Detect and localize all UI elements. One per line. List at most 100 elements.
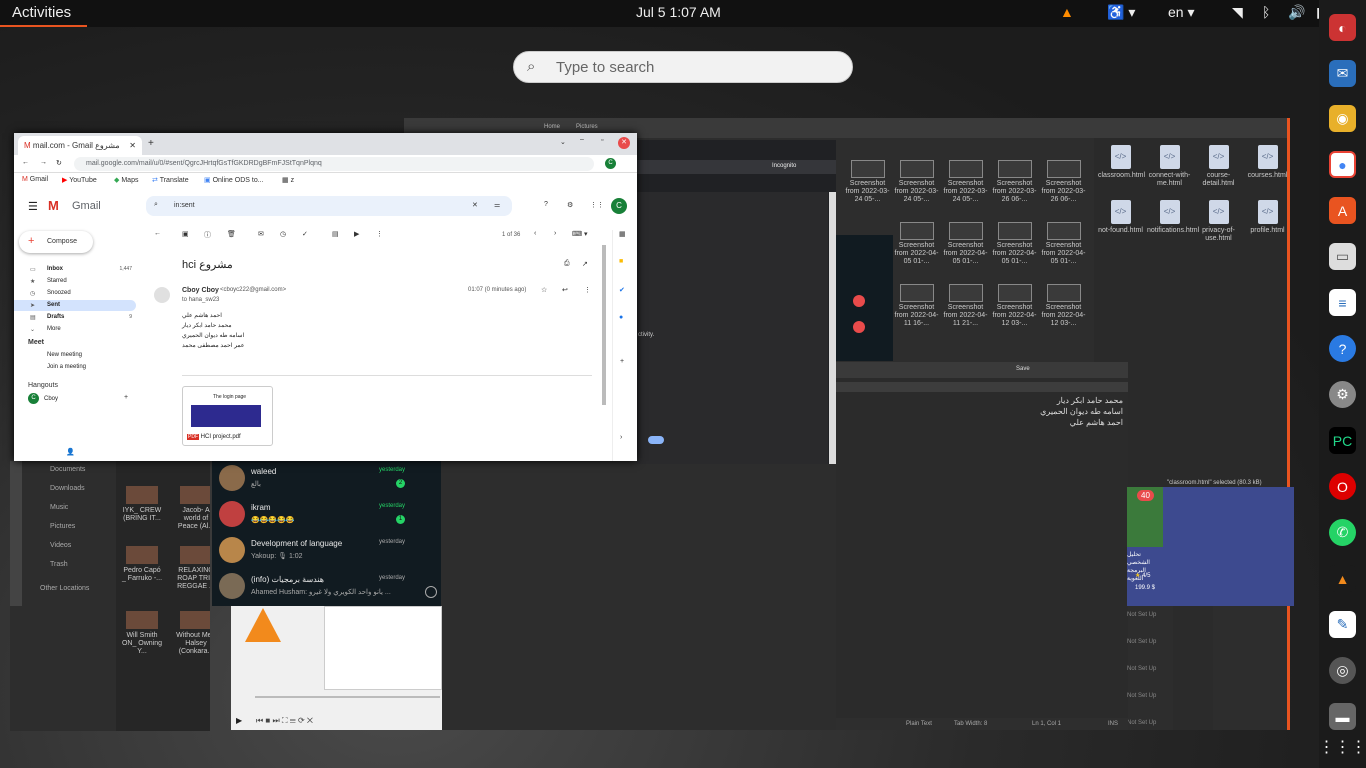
screenshot-file[interactable]: Screenshot from 2022-03-24 05-... [845,160,890,204]
apps-grid-icon[interactable]: ⋮⋮ [590,201,604,209]
accessibility-icon[interactable]: ♿ ▾ [1107,4,1135,21]
sidebar-item-pictures[interactable]: Pictures [50,523,75,530]
screenshot-file[interactable]: Screenshot from 2022-03-26 06-... [1041,160,1086,204]
help-icon[interactable]: ? [1329,335,1356,362]
message-scrollbar[interactable] [602,245,606,405]
join-meeting-link[interactable]: Join a meeting [47,364,86,370]
bookmark-z[interactable]: ▦ z [282,176,294,184]
bookmark-maps[interactable]: ◆ Maps [114,176,138,184]
nav-item-snoozed[interactable]: ◷ Snoozed [14,288,136,299]
settings-gear-icon[interactable]: ⚙ [567,201,573,209]
search-input[interactable]: Type to search [556,59,654,76]
account-avatar[interactable]: C [611,198,627,214]
new-tab-button[interactable]: + [148,138,154,149]
url-field[interactable]: mail.google.com/mail/u/0/#sent/QgrcJHrtq… [74,157,594,171]
software-center-icon[interactable]: A [1329,197,1356,224]
reply-icon[interactable]: ↩ [562,286,568,294]
overview-search[interactable]: ⌕ Type to search [513,51,853,83]
bookmark-ods[interactable]: ▣ Online ODS to... [204,176,264,184]
calendar-icon[interactable]: ▦ [619,230,626,238]
tab-gmail[interactable]: M mail.com - Gmail مشروع ✕ [18,136,142,155]
back-to-list-icon[interactable]: ← [154,230,161,237]
tab-search-icon[interactable]: ⌄ [560,138,566,146]
rhythmbox-icon[interactable]: ◉ [1329,105,1356,132]
scrollbar[interactable] [829,192,836,464]
clock[interactable]: Jul 5 1:07 AM [636,4,721,20]
text-editor-icon[interactable]: ✎ [1329,611,1356,638]
music-file[interactable]: Jacob- A world of Peace (Al... [175,486,210,531]
writer-icon[interactable]: ≡ [1329,289,1356,316]
screenshot-file[interactable]: Screenshot from 2022-04-05 01-... [992,222,1037,266]
screenshot-file[interactable]: Screenshot from 2022-03-24 05-... [943,160,988,204]
search-options-icon[interactable]: ⚌ [494,201,500,209]
music-file[interactable]: Pedro Capó _ Farruko -... [121,546,163,583]
nav-item-drafts[interactable]: ▤ Drafts 9 [14,312,136,323]
screenshot-file[interactable]: Screenshot from 2022-04-05 01-... [1041,222,1086,266]
sender-name[interactable]: Cboy Cboy [182,287,219,294]
screenshot-file[interactable]: Screenshot from 2022-03-24 05-... [894,160,939,204]
add-addon-icon[interactable]: + [620,358,624,365]
nav-item-starred[interactable]: ★ Starred [14,276,136,287]
more-options-icon[interactable]: ⋮ [376,230,383,238]
music-file[interactable]: RELAXING ROAP TRIP REGGAE ... [175,546,210,591]
reload-icon[interactable]: ↻ [56,159,62,167]
dock-app-icon[interactable]: ◐ [1329,14,1356,41]
incognito-badge[interactable]: Incognito [772,163,796,169]
language-selector[interactable]: Plain Text [906,721,932,727]
screenshot-file[interactable]: Screenshot from 2022-04-05 01-... [943,222,988,266]
screenshot-file[interactable]: Screenshot from 2022-04-12 03-... [992,284,1037,328]
bookmark-translate[interactable]: ⇄ Translate [152,176,189,184]
activities-button[interactable]: Activities [12,4,71,21]
toggle-switch[interactable] [648,436,664,444]
breadcrumb-home[interactable]: Home [544,124,560,130]
html-file[interactable]: </> notifications.html [1147,200,1199,235]
keyboard-icon[interactable]: ⌨ ▾ [572,230,588,238]
recipient[interactable]: to hana_sw23 [182,297,219,303]
chat-row[interactable]: Development of language Yakoup: 🎙 1:02 yes… [212,533,441,569]
chat-row[interactable]: ikram 😂😂😂😂😂 yesterday 1 [212,497,441,533]
contacts-icon[interactable]: ● [619,314,623,321]
mark-unread-icon[interactable]: ✉ [258,230,264,238]
expand-panel-icon[interactable]: › [620,434,622,441]
vlc-icon[interactable]: ▲ [1329,565,1356,592]
sidebar-item-downloads[interactable]: Downloads [50,485,85,492]
print-icon[interactable]: ⎙ [564,260,570,268]
save-button[interactable]: Save [1016,366,1030,372]
settings-icon[interactable]: ⚙ [1329,381,1356,408]
playback-controls[interactable]: ⏮ ■ ⏭ ⛶ ☰ ⟳ ✕ [256,716,313,726]
seek-bar[interactable] [255,696,440,698]
html-file[interactable]: </> classroom.html [1098,145,1145,180]
wifi-icon[interactable]: ◥ [1232,4,1243,21]
person-icon[interactable]: 👤 [66,448,75,456]
sidebar-item-other-locations[interactable]: Other Locations [40,585,89,592]
gmail-search-bar[interactable]: ⌕ in:sent ✕ ⚌ [146,196,512,216]
whatsapp-icon[interactable]: ✆ [1329,519,1356,546]
label-icon[interactable]: ▶ [354,230,359,238]
close-tab-icon[interactable]: ✕ [129,141,136,150]
screenshot-file[interactable]: Screenshot from 2022-03-26 06-... [992,160,1037,204]
attachment-card[interactable]: The login page PDF HCI project.pdf [182,386,273,446]
editor-text[interactable]: محمد حامد ابكر ديار اسامه طه ديوان الحمي… [1040,395,1123,428]
vlc-tray-icon[interactable]: ▲ [1060,4,1074,20]
drive-icon[interactable]: ▬ [1329,703,1356,730]
sidebar-item-videos[interactable]: Videos [50,542,71,549]
older-icon[interactable]: › [554,230,556,237]
chat-row[interactable]: (info) هندسة برمجيات Ahamed Husham: يانو … [212,569,441,605]
help-icon[interactable]: ? [544,201,548,208]
chrome-icon[interactable]: ● [1329,151,1356,178]
volume-icon[interactable]: 🔊 [1288,4,1305,21]
report-spam-icon[interactable]: ⓘ [204,230,211,240]
sidebar-item-music[interactable]: Music [50,504,68,511]
opera-icon[interactable]: O [1329,473,1356,500]
thunderbird-icon[interactable]: ✉ [1329,60,1356,87]
tab-width-selector[interactable]: Tab Width: 8 [954,721,987,727]
maximize-button[interactable]: ▫ [601,137,603,144]
menu-icon[interactable]: ☰ [28,200,38,213]
pycharm-icon[interactable]: PC [1329,427,1356,454]
archive-icon[interactable]: ▣ [182,230,189,238]
add-task-icon[interactable]: ✓ [302,230,308,238]
play-button[interactable]: ▶ [236,716,242,725]
html-file[interactable]: </> privacy-of-use.html [1196,200,1241,243]
screenshot-file[interactable]: Screenshot from 2022-04-11 21-... [943,284,988,328]
nav-item-inbox[interactable]: ▭ Inbox 1,447 [14,264,136,275]
